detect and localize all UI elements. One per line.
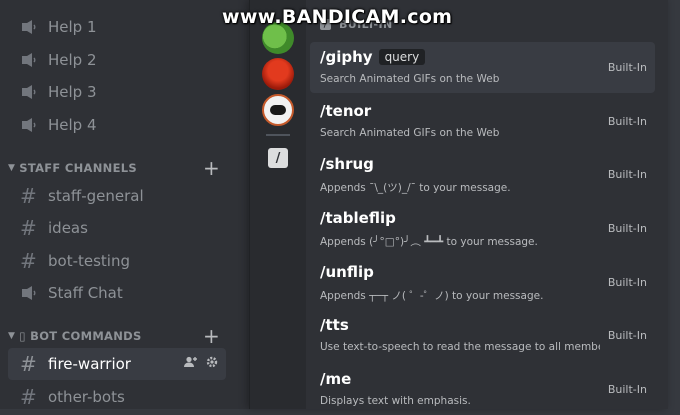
command-source: Built-In (607, 222, 647, 235)
category-label: STAFF CHANNELS (19, 161, 137, 175)
chevron-down-icon: ▼ (8, 331, 16, 341)
text-channel-icon: # (20, 249, 37, 273)
text-channel-icon: # (20, 184, 37, 208)
channel-help-2[interactable]: Help 2 (8, 44, 226, 76)
voice-channel-icon (20, 19, 46, 35)
channel-label: staff-general (48, 187, 144, 205)
invite-member-icon[interactable] (184, 356, 198, 372)
channel-label: bot-testing (48, 252, 130, 270)
app-rail: / (250, 0, 306, 409)
command-name: /unflip (320, 263, 374, 281)
gear-icon[interactable] (206, 356, 218, 372)
built-in-commands-icon[interactable]: / (268, 148, 288, 168)
voice-channel-icon (20, 84, 46, 100)
command-description: Appends ¯\_(ツ)_/¯ to your message. (320, 182, 511, 194)
command-name: /tableflip (320, 209, 396, 227)
command-source: Built-In (607, 383, 647, 396)
category-label: ▯ BOT COMMANDS (19, 329, 142, 343)
bot-avatar-red[interactable] (262, 58, 294, 90)
channel-label: Help 4 (48, 116, 97, 134)
command-source: Built-In (607, 329, 647, 342)
text-channel-icon: # (20, 352, 37, 376)
channel-help-4[interactable]: Help 4 (8, 109, 226, 141)
command-giphy[interactable]: /giphy query Search Animated GIFs on the … (310, 42, 655, 93)
command-source: Built-In (607, 115, 647, 128)
divider (266, 134, 290, 136)
channel-label: fire-warrior (48, 355, 131, 373)
command-name: /giphy (320, 48, 373, 66)
bot-avatar-white[interactable] (262, 94, 294, 126)
command-name: /me (320, 370, 352, 388)
command-description: Use text-to-speech to read the message t… (320, 341, 600, 353)
voice-channel-icon (20, 285, 46, 301)
channel-staff-chat[interactable]: Staff Chat (8, 277, 226, 309)
command-description: Search Animated GIFs on the Web (320, 73, 500, 85)
channel-label: ideas (48, 219, 88, 237)
channel-other-bots[interactable]: # other-bots (8, 381, 226, 413)
command-param: query (378, 49, 426, 65)
channel-sidebar: Help 1 Help 2 Help 3 Help 4 ▼ STAFF CHAN… (0, 0, 250, 409)
channel-bot-testing[interactable]: # bot-testing (8, 245, 226, 277)
command-me[interactable]: /me Displays text with emphasis. Built-I… (310, 364, 655, 415)
category-bot-commands[interactable]: ▼ ▯ BOT COMMANDS + (8, 324, 228, 348)
command-tts[interactable]: /tts Use text-to-speech to read the mess… (310, 310, 655, 361)
command-name: /shrug (320, 155, 374, 173)
command-shrug[interactable]: /shrug Appends ¯\_(ツ)_/¯ to your message… (310, 149, 655, 200)
channel-label: Staff Chat (48, 284, 123, 302)
category-staff-channels[interactable]: ▼ STAFF CHANNELS + (8, 156, 228, 180)
voice-channel-icon (20, 52, 46, 68)
command-tenor[interactable]: /tenor Search Animated GIFs on the Web B… (310, 96, 655, 147)
command-tableflip[interactable]: /tableflip Appends (╯°□°)╯︵ ┻━┻ to your … (310, 203, 655, 254)
channel-help-3[interactable]: Help 3 (8, 76, 226, 108)
command-source: Built-In (607, 168, 647, 181)
channel-staff-general[interactable]: # staff-general (8, 180, 226, 212)
command-source: Built-In (607, 276, 647, 289)
command-description: Displays text with emphasis. (320, 395, 471, 407)
add-channel-icon[interactable]: + (203, 156, 220, 180)
text-channel-icon: # (20, 385, 37, 409)
chevron-down-icon: ▼ (8, 163, 16, 173)
text-channel-icon: # (20, 216, 37, 240)
command-name: /tenor (320, 102, 372, 120)
command-name: /tts (320, 316, 349, 334)
command-description: Appends ┬─┬ ノ( ゜-゜ノ) to your message. (320, 290, 544, 302)
channel-label: Help 2 (48, 51, 97, 69)
channel-ideas[interactable]: # ideas (8, 212, 226, 244)
command-unflip[interactable]: /unflip Appends ┬─┬ ノ( ゜-゜ノ) to your mes… (310, 257, 655, 308)
recording-watermark: www.BANDICAM.com (222, 6, 453, 28)
channel-fire-warrior[interactable]: # fire-warrior (8, 348, 226, 380)
channel-label: other-bots (48, 388, 125, 406)
command-source: Built-In (607, 61, 647, 74)
channel-label: Help 3 (48, 83, 97, 101)
command-description: Search Animated GIFs on the Web (320, 127, 500, 139)
channel-label: Help 1 (48, 18, 97, 36)
slash-command-popup: / / BUILT-IN /giphy query Search Animated… (249, 0, 668, 409)
channel-help-1[interactable]: Help 1 (8, 11, 226, 43)
add-channel-icon[interactable]: + (203, 324, 220, 348)
voice-channel-icon (20, 117, 46, 133)
command-description: Appends (╯°□°)╯︵ ┻━┻ to your message. (320, 236, 538, 248)
